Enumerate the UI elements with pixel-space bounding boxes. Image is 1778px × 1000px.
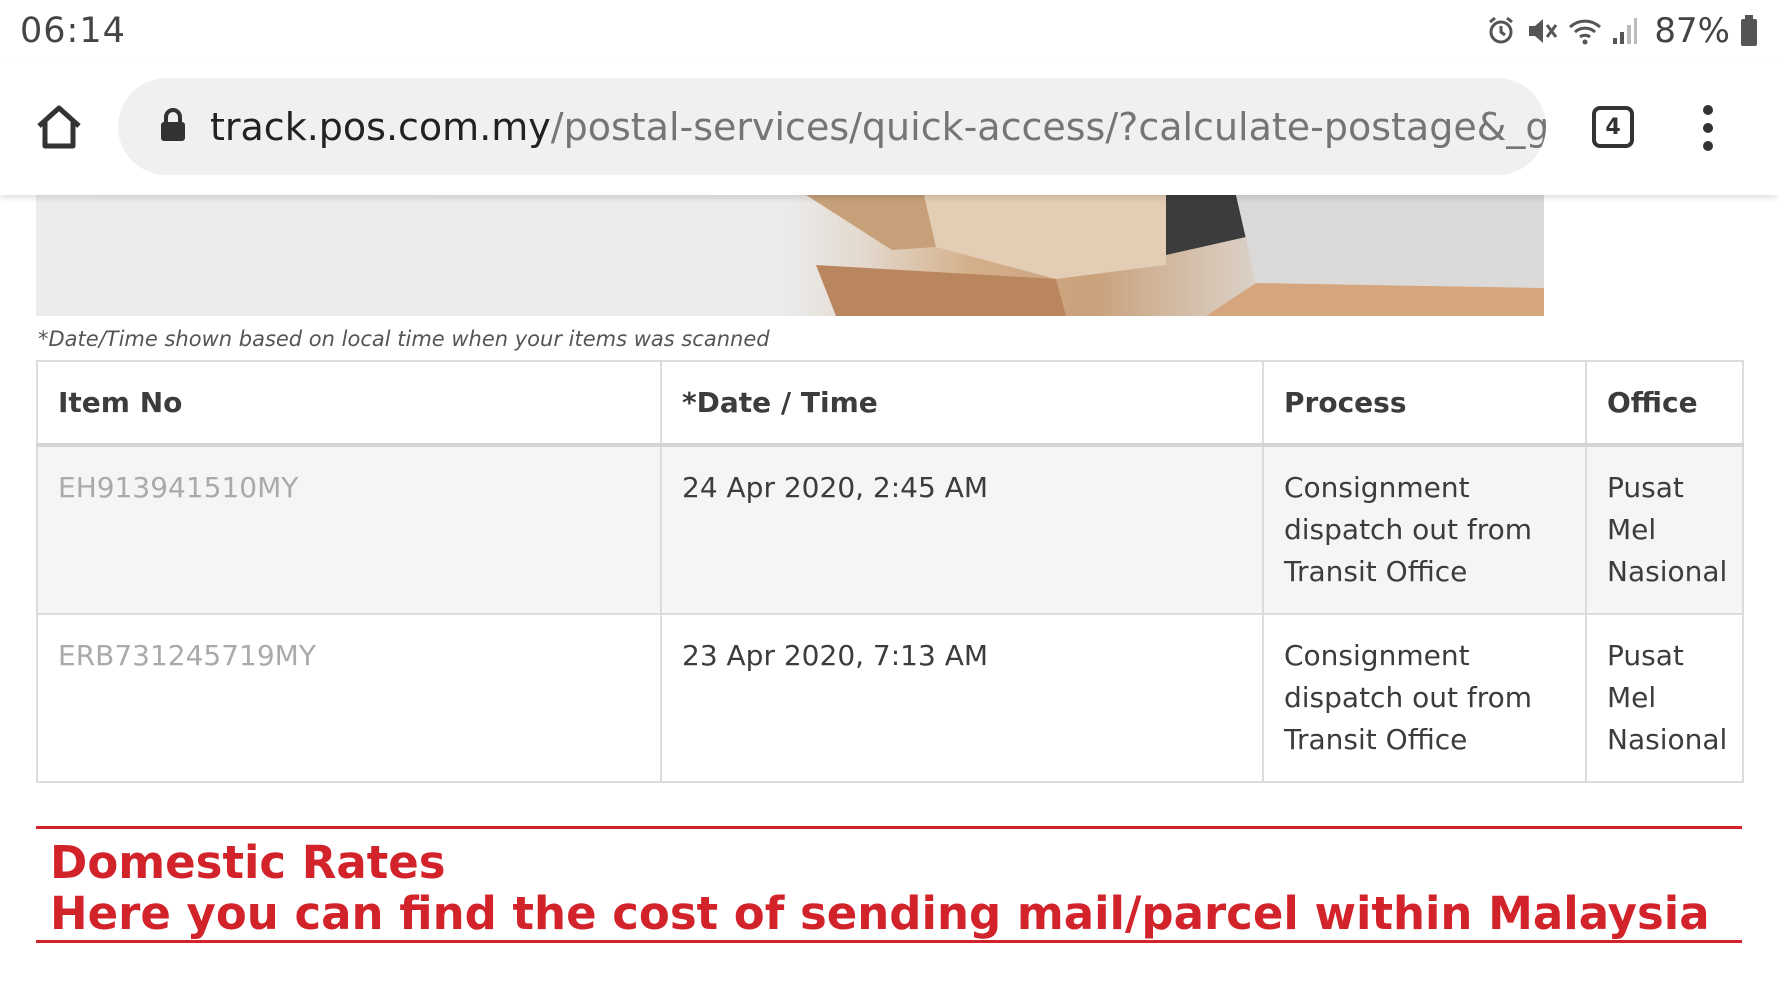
cell-process: Consignment dispatch out from Transit Of… xyxy=(1262,613,1587,783)
wifi-icon xyxy=(1568,16,1602,46)
mute-icon xyxy=(1526,16,1558,46)
banner-graphic xyxy=(806,195,1544,316)
cell-item-no: ERB731245719MY xyxy=(36,613,662,783)
battery-icon xyxy=(1740,15,1758,47)
col-header-datetime: *Date / Time xyxy=(660,360,1264,447)
status-time: 06:14 xyxy=(20,11,126,51)
domestic-rates-section: Domestic Rates Here you can find the cos… xyxy=(36,826,1742,943)
rates-subtitle: Here you can find the cost of sending ma… xyxy=(50,887,1710,940)
more-vert-icon[interactable] xyxy=(1698,104,1718,152)
table-header-row: Item No *Date / Time Process Office xyxy=(36,360,1744,447)
table-row: EH913941510MY 24 Apr 2020, 2:45 AM Consi… xyxy=(36,444,1744,615)
address-bar[interactable]: track.pos.com.my/postal-services/quick-a… xyxy=(118,78,1546,175)
table-row: ERB731245719MY 23 Apr 2020, 7:13 AM Cons… xyxy=(36,613,1744,783)
battery-percent: 87% xyxy=(1654,11,1730,51)
col-header-process: Process xyxy=(1262,360,1587,447)
cell-office: Pusat Mel Nasional xyxy=(1585,444,1744,615)
cell-item-no: EH913941510MY xyxy=(36,444,662,615)
status-bar: 06:14 87% xyxy=(0,0,1778,62)
tracking-table: Item No *Date / Time Process Office EH91… xyxy=(36,360,1744,783)
tabs-icon[interactable]: 4 xyxy=(1592,106,1634,148)
url-text: track.pos.com.my/postal-services/quick-a… xyxy=(210,105,1546,149)
tab-count: 4 xyxy=(1605,114,1621,140)
scan-time-footnote: *Date/Time shown based on local time whe… xyxy=(38,327,770,351)
cell-process: Consignment dispatch out from Transit Of… xyxy=(1262,444,1587,615)
banner-image xyxy=(36,195,1544,316)
status-icons: 87% xyxy=(1486,11,1758,51)
col-header-item-no: Item No xyxy=(36,360,662,447)
cell-datetime: 23 Apr 2020, 7:13 AM xyxy=(660,613,1264,783)
url-domain: track.pos.com.my xyxy=(210,104,551,149)
cell-office: Pusat Mel Nasional xyxy=(1585,613,1744,783)
alarm-icon xyxy=(1486,16,1516,46)
signal-icon xyxy=(1612,16,1638,46)
cell-datetime: 24 Apr 2020, 2:45 AM xyxy=(660,444,1264,615)
rates-title: Domestic Rates xyxy=(50,836,446,889)
lock-icon xyxy=(160,107,186,146)
col-header-office: Office xyxy=(1585,360,1744,447)
page-content: *Date/Time shown based on local time whe… xyxy=(0,195,1778,1000)
browser-toolbar: track.pos.com.my/postal-services/quick-a… xyxy=(0,62,1778,195)
url-path: /postal-services/quick-access/?calculate… xyxy=(550,104,1546,149)
home-icon[interactable] xyxy=(34,102,84,152)
